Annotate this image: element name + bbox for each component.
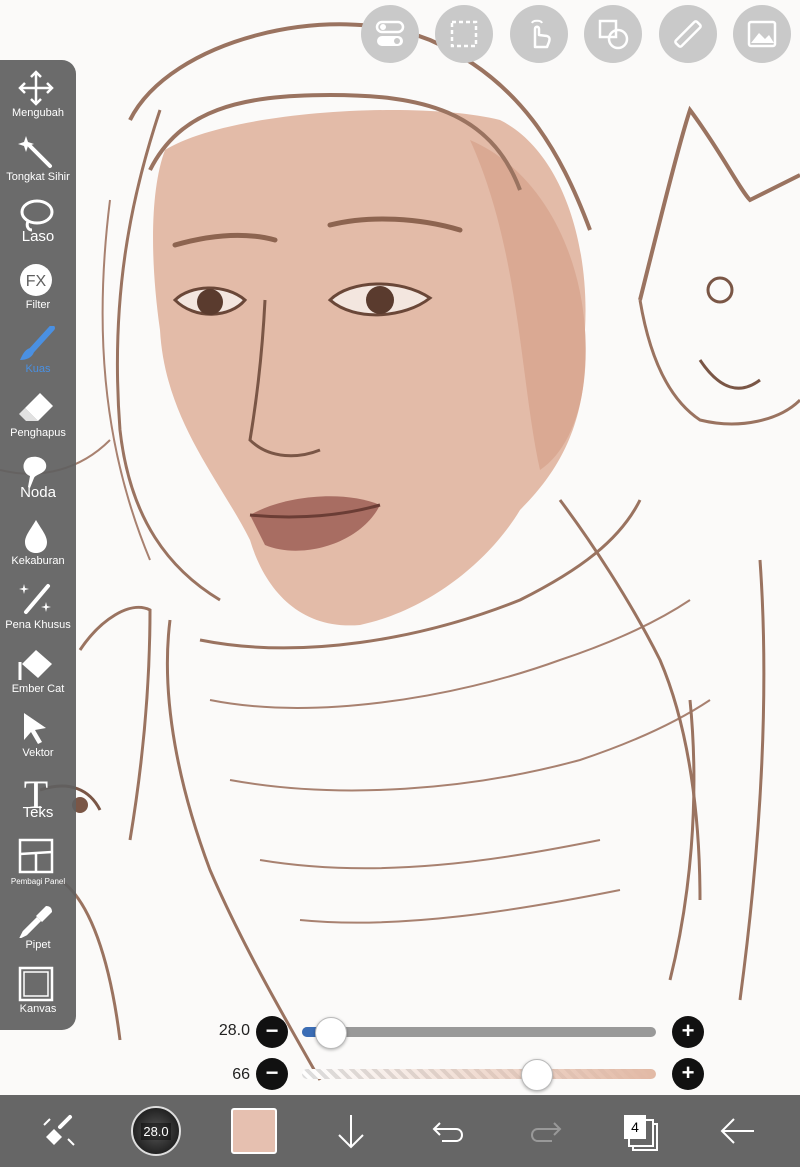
undo-button[interactable] (422, 1105, 474, 1157)
down-arrow-icon (338, 1115, 364, 1149)
opacity-fill (302, 1069, 656, 1079)
touch-hand-icon (531, 19, 551, 49)
canvas-square-icon (18, 966, 54, 1002)
eraser-icon (19, 393, 53, 421)
redo-button[interactable] (520, 1105, 572, 1157)
ruler-icon (674, 20, 702, 48)
layer-count: 4 (624, 1115, 646, 1139)
opacity-thumb[interactable] (520, 1059, 553, 1091)
download-button[interactable] (325, 1105, 377, 1157)
quick-ruler-button[interactable] (659, 5, 717, 63)
toggle-icon (375, 20, 405, 46)
plus-icon: + (681, 1060, 695, 1085)
minus-icon: − (265, 1060, 279, 1085)
opacity-slider[interactable] (302, 1069, 656, 1079)
tool-label-bucket: Ember Cat (11, 683, 65, 695)
layers-icon: 4 (620, 1111, 660, 1151)
minus-icon: − (265, 1018, 279, 1043)
tool-label-lasso: Laso (21, 228, 55, 245)
brush-icon (20, 326, 55, 360)
opacity-decrease-button[interactable]: − (256, 1058, 288, 1090)
tool-brush[interactable]: Kuas (0, 316, 76, 380)
tool-special-pen[interactable]: Pena Khusus (0, 572, 76, 636)
tool-eraser[interactable]: Penghapus (0, 380, 76, 444)
tool-label-filter: Filter (25, 299, 51, 311)
brush-size-decrease-button[interactable]: − (256, 1016, 288, 1048)
shape-overlay-icon (598, 19, 629, 50)
quick-toggle-button[interactable] (361, 5, 419, 63)
tool-label-vector: Vektor (22, 747, 54, 759)
quick-shape-button[interactable] (584, 5, 642, 63)
tool-label-brush: Kuas (25, 363, 51, 375)
tool-label-canvas: Kanvas (19, 1003, 57, 1015)
eyedropper-icon (19, 906, 52, 938)
tool-label-eraser: Penghapus (10, 427, 66, 439)
magic-wand-icon (18, 136, 52, 168)
tool-label-transform: Mengubah (12, 107, 64, 119)
sparkle-pen-icon (19, 584, 51, 614)
plus-icon: + (681, 1018, 695, 1043)
tool-lasso[interactable]: Laso (0, 188, 76, 252)
selection-icon (450, 20, 478, 48)
back-arrow-icon (720, 1118, 754, 1144)
tool-transform[interactable]: Mengubah (0, 60, 76, 124)
panel-divider-icon (18, 838, 54, 874)
tool-smudge[interactable]: Noda (0, 444, 76, 508)
swap-tool-button[interactable] (34, 1105, 86, 1157)
brush-size-increase-button[interactable]: + (672, 1016, 704, 1048)
tool-vector[interactable]: Vektor (0, 700, 76, 764)
color-picker-button[interactable] (228, 1105, 280, 1157)
back-button[interactable] (712, 1105, 764, 1157)
move-arrows-icon (18, 70, 54, 106)
current-color-swatch (231, 1108, 277, 1154)
opacity-value: 66 (232, 1066, 250, 1083)
tool-canvas[interactable]: Kanvas (0, 956, 76, 1020)
tool-bucket[interactable]: Ember Cat (0, 636, 76, 700)
undo-icon (432, 1122, 463, 1142)
tool-text[interactable]: T Teks (0, 764, 76, 828)
quick-touch-button[interactable] (510, 5, 568, 63)
tool-eyedropper[interactable]: Pipet (0, 892, 76, 956)
tool-label-eyedropper: Pipet (25, 939, 51, 951)
tool-magic-wand[interactable]: Tongkat Sihir (0, 124, 76, 188)
brush-preview-label: 28.0 (141, 1122, 171, 1140)
tool-sidebar: Mengubah Tongkat Sihir Laso FX Filter Ku… (0, 60, 76, 1030)
layers-button[interactable]: 4 (614, 1105, 666, 1157)
bottom-toolbar: 28.0 4 (0, 1095, 800, 1167)
image-icon (747, 20, 777, 48)
paint-bucket-icon (18, 650, 52, 680)
tool-filter[interactable]: FX Filter (0, 252, 76, 316)
tool-label-text: Teks (22, 804, 54, 821)
tool-panel-divider[interactable]: Pembagi Panel (0, 828, 76, 892)
tool-label-blur: Kekaburan (11, 555, 65, 567)
quick-selection-button[interactable] (435, 5, 493, 63)
fx-icon: FX (20, 264, 52, 296)
svg-text:FX: FX (26, 273, 47, 290)
brush-preview-button[interactable]: 28.0 (130, 1105, 182, 1157)
tool-label-panel-divider: Pembagi Panel (10, 877, 66, 886)
tool-blur[interactable]: Kekaburan (0, 508, 76, 572)
quick-image-button[interactable] (733, 5, 791, 63)
redo-icon (531, 1122, 562, 1142)
tool-label-special-pen: Pena Khusus (5, 619, 71, 631)
brush-size-value: 28.0 (218, 1022, 250, 1039)
tool-label-smudge: Noda (20, 484, 56, 501)
cursor-arrow-icon (24, 713, 46, 744)
brush-preview: 28.0 (131, 1106, 181, 1156)
opacity-increase-button[interactable]: + (672, 1058, 704, 1090)
tool-label-magic-wand: Tongkat Sihir (6, 171, 70, 183)
brush-size-slider[interactable] (302, 1027, 656, 1037)
swap-eraser-brush-icon (43, 1115, 75, 1146)
drawing-canvas[interactable] (0, 0, 800, 1095)
droplet-icon (25, 520, 47, 553)
